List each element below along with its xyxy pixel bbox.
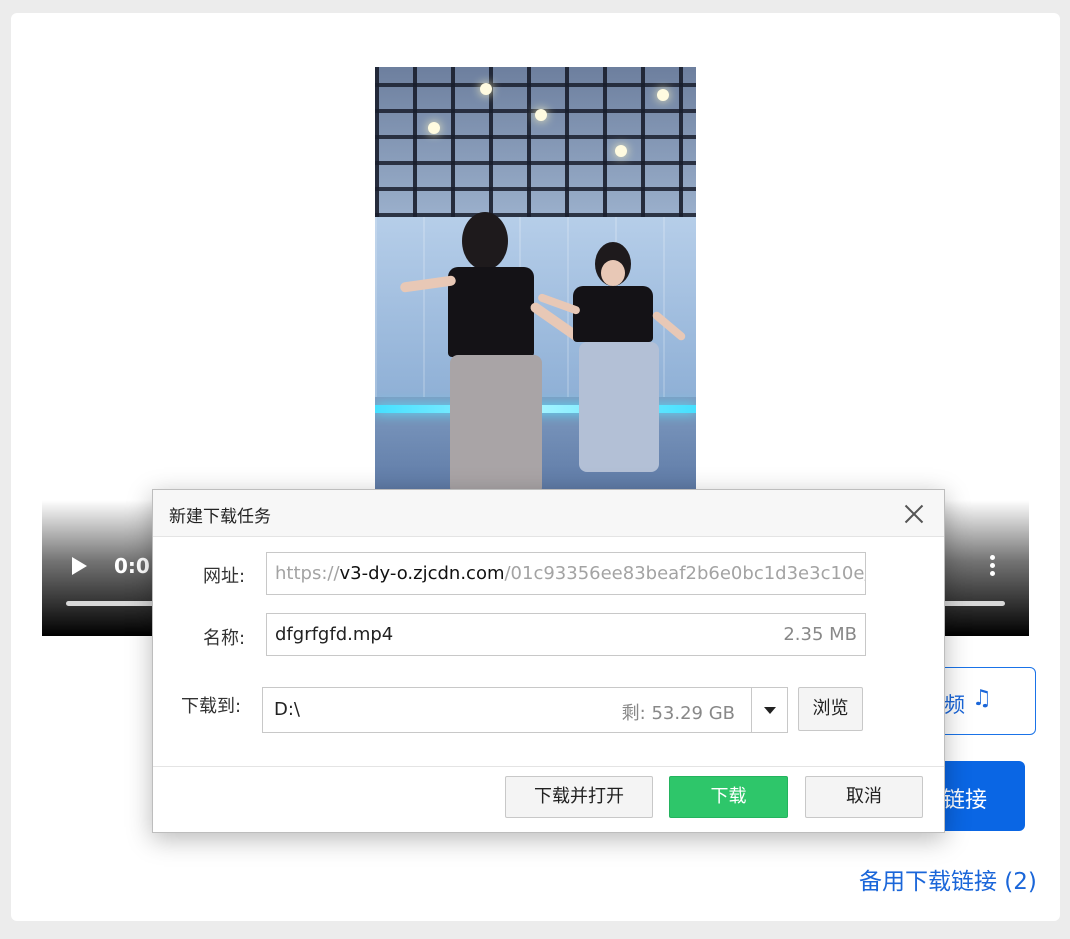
- chevron-down-icon: [764, 707, 776, 714]
- new-download-dialog: 新建下载任务 网址: https://v3-dy-o.zjcdn.com/01c…: [152, 489, 945, 833]
- play-icon[interactable]: [72, 557, 87, 575]
- dialog-title: 新建下载任务: [169, 507, 271, 527]
- download-button[interactable]: 下载: [669, 776, 788, 818]
- save-path-field[interactable]: D:\ 剩: 53.29 GB: [262, 687, 752, 733]
- audio-button-label: 频: [944, 693, 965, 717]
- url-host: v3-dy-o.zjcdn.com: [339, 563, 505, 584]
- link-button-label: 链接: [943, 788, 988, 813]
- browse-button[interactable]: 浏览: [798, 687, 863, 731]
- url-label: 网址:: [203, 566, 246, 587]
- path-dropdown-button[interactable]: [751, 687, 788, 733]
- ceiling-lamp: [657, 89, 669, 101]
- url-path: /01c93356ee83beaf2b6e0bc1d3e3c10e/6z: [504, 563, 866, 584]
- ceiling-decoration: [375, 67, 696, 217]
- music-note-icon: ♫: [972, 686, 992, 711]
- ceiling-lamp: [428, 122, 440, 134]
- ceiling-lamp: [535, 109, 547, 121]
- more-options-icon[interactable]: [988, 555, 996, 577]
- save-location-label: 下载到:: [181, 696, 242, 717]
- ceiling-lamp: [615, 145, 627, 157]
- dialog-divider: [153, 766, 944, 767]
- file-size: 2.35 MB: [783, 624, 857, 645]
- cancel-button[interactable]: 取消: [805, 776, 923, 818]
- url-prefix: https://: [275, 563, 340, 584]
- url-field[interactable]: https://v3-dy-o.zjcdn.com/01c93356ee83be…: [266, 552, 866, 595]
- dialog-header: 新建下载任务: [153, 490, 944, 537]
- save-path-value: D:\: [274, 699, 300, 720]
- video-thumbnail[interactable]: [375, 67, 696, 497]
- close-icon[interactable]: [904, 503, 924, 523]
- backup-download-link[interactable]: 备用下载链接 (2): [859, 862, 1037, 896]
- file-name-field[interactable]: dfgrfgfd.mp4 2.35 MB: [266, 613, 866, 656]
- ceiling-lamp: [480, 83, 492, 95]
- download-and-open-button[interactable]: 下载并打开: [505, 776, 653, 818]
- free-space: 剩: 53.29 GB: [621, 703, 735, 724]
- file-name-value: dfgrfgfd.mp4: [275, 624, 394, 645]
- name-label: 名称:: [203, 628, 246, 649]
